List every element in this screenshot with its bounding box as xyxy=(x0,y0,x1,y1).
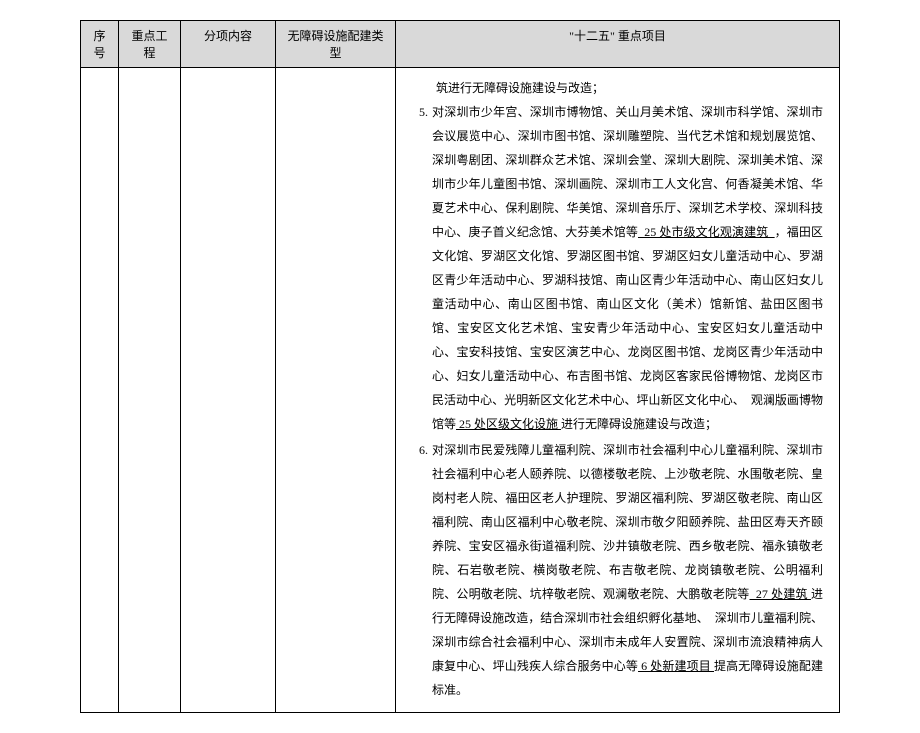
underline-text: 25 处区级文化设施 xyxy=(456,417,561,431)
header-facility-type: 无障碍设施配建类型 xyxy=(276,21,396,68)
cell-key-projects: 筑进行无障碍设施建设与改造； 5. 对深圳市少年宫、深圳市博物馆、关山月美术馆、… xyxy=(396,68,840,713)
lead-text: 筑进行无障碍设施建设与改造； xyxy=(412,76,823,100)
item-body: 对深圳市民爱残障儿童福利院、深圳市社会福利中心儿童福利院、深圳市社会福利中心老人… xyxy=(432,438,823,702)
header-serial: 序号 xyxy=(81,21,119,68)
cell-subcontent xyxy=(181,68,276,713)
header-key-projects: "十二五" 重点项目 xyxy=(396,21,840,68)
text-segment: 对深圳市少年宫、深圳市博物馆、关山月美术馆、深圳市科学馆、深圳市会议展览中心、深… xyxy=(432,105,823,239)
header-subcontent: 分项内容 xyxy=(181,21,276,68)
underline-text: 27 处建筑 xyxy=(749,587,810,601)
text-segment: 对深圳市民爱残障儿童福利院、深圳市社会福利中心儿童福利院、深圳市社会福利中心老人… xyxy=(432,443,823,601)
underline-text: 6 处新建项目 xyxy=(638,659,714,673)
cell-serial xyxy=(81,68,119,713)
item-body: 对深圳市少年宫、深圳市博物馆、关山月美术馆、深圳市科学馆、深圳市会议展览中心、深… xyxy=(432,100,823,436)
item-number: 5. xyxy=(412,100,432,124)
item-number: 6. xyxy=(412,438,432,462)
table-row: 筑进行无障碍设施建设与改造； 5. 对深圳市少年宫、深圳市博物馆、关山月美术馆、… xyxy=(81,68,840,713)
cell-project xyxy=(119,68,181,713)
list-item: 6. 对深圳市民爱残障儿童福利院、深圳市社会福利中心儿童福利院、深圳市社会福利中… xyxy=(412,438,823,702)
underline-text: 25 处市级文化观演建筑 xyxy=(638,225,775,239)
cell-facility-type xyxy=(276,68,396,713)
text-segment: 进行无障碍设施建设与改造； xyxy=(561,417,717,431)
text-segment: ，福田区文化馆、罗湖区文化馆、罗湖区图书馆、罗湖区妇女儿童活动中心、罗湖区青少年… xyxy=(432,225,823,431)
document-table: 序号 重点工程 分项内容 无障碍设施配建类型 "十二五" 重点项目 筑进行无障碍… xyxy=(80,20,840,713)
table-header-row: 序号 重点工程 分项内容 无障碍设施配建类型 "十二五" 重点项目 xyxy=(81,21,840,68)
header-project: 重点工程 xyxy=(119,21,181,68)
list-item: 5. 对深圳市少年宫、深圳市博物馆、关山月美术馆、深圳市科学馆、深圳市会议展览中… xyxy=(412,100,823,436)
